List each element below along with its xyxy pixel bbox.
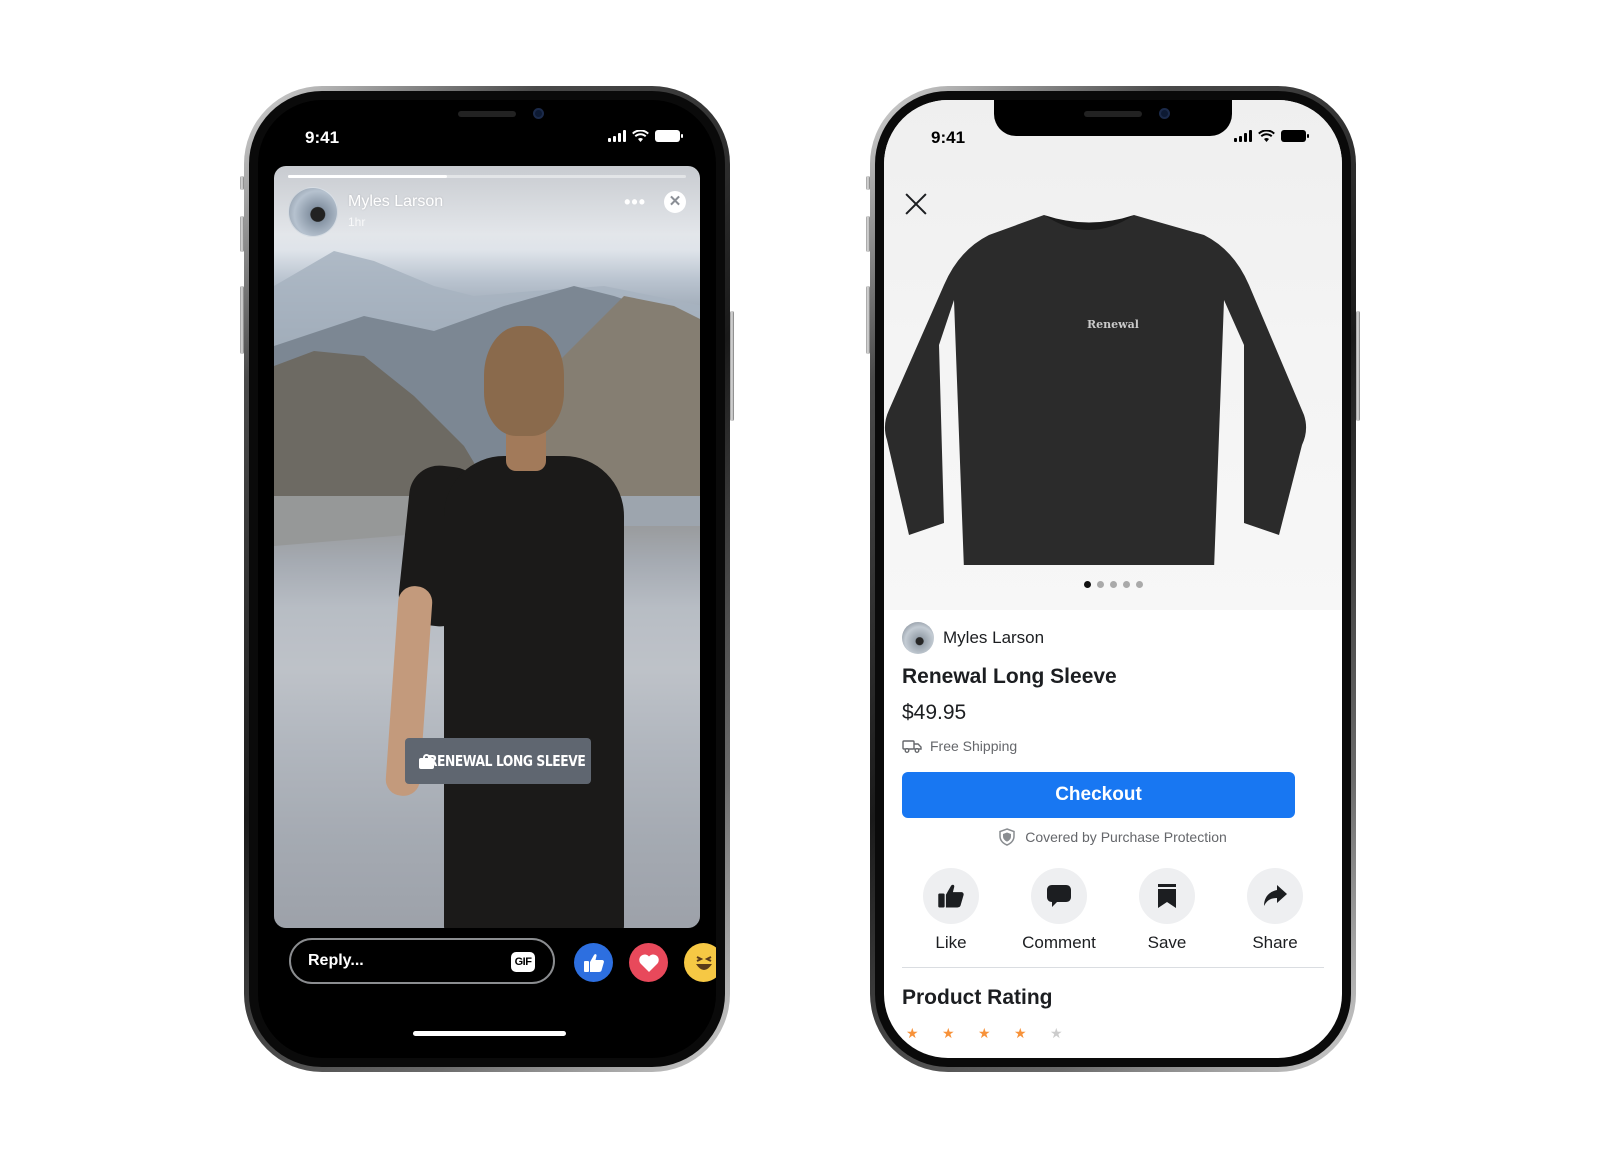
- speaker: [1084, 111, 1142, 117]
- thumbs-up-icon: [583, 953, 604, 972]
- share-label: Share: [1252, 933, 1298, 952]
- close-icon[interactable]: ✕: [664, 191, 686, 213]
- product-screen: Renewal 9:41 Myles Larson Renewal Long S…: [884, 100, 1342, 1058]
- notch: [368, 100, 606, 136]
- battery-icon: [655, 130, 683, 142]
- product-image-carousel[interactable]: Renewal: [884, 100, 1342, 610]
- like-button[interactable]: Like: [902, 868, 1000, 953]
- story-header: Myles Larson 1hr ••• ✕: [288, 187, 686, 237]
- status-icons: [1234, 130, 1309, 142]
- front-camera: [1159, 108, 1170, 119]
- story-media[interactable]: Myles Larson 1hr ••• ✕ RENEWAL LONG SLEE…: [274, 166, 700, 928]
- thumbs-up-icon: [938, 884, 964, 908]
- laughing-face-icon: [695, 955, 712, 970]
- power-button: [1356, 311, 1360, 421]
- seller-avatar[interactable]: [902, 622, 934, 654]
- author-avatar[interactable]: [288, 187, 338, 237]
- shipping-info: Free Shipping: [902, 738, 1017, 754]
- product-tag-label: RENEWAL LONG SLEEVE: [428, 752, 586, 770]
- action-buttons: Like Comment Save Share: [902, 868, 1324, 953]
- wifi-icon: [632, 130, 649, 142]
- star-icon: ★: [906, 1025, 919, 1041]
- carousel-dot[interactable]: [1122, 581, 1130, 588]
- person-figure: [444, 456, 624, 928]
- carousel-dots: [884, 581, 1342, 588]
- like-label: Like: [935, 933, 967, 952]
- story-progress-bar: [288, 175, 686, 178]
- product-tag[interactable]: RENEWAL LONG SLEEVE: [405, 738, 591, 784]
- heart-icon: [638, 953, 659, 972]
- reply-input[interactable]: Reply... GIF: [289, 938, 555, 984]
- seller-row[interactable]: Myles Larson: [902, 622, 1044, 654]
- volume-down-button: [240, 286, 244, 354]
- silent-switch: [240, 176, 244, 190]
- shirt-print-text: Renewal: [1087, 318, 1139, 331]
- notch: [994, 100, 1232, 136]
- story-progress-fill: [288, 175, 448, 178]
- protection-label: Covered by Purchase Protection: [1025, 829, 1227, 845]
- volume-up-button: [240, 216, 244, 252]
- save-button[interactable]: Save: [1118, 868, 1216, 953]
- star-icon: ★: [978, 1025, 991, 1041]
- status-time: 9:41: [305, 128, 340, 147]
- product-price: $49.95: [902, 701, 967, 724]
- status-icons: [608, 130, 683, 142]
- carousel-dot[interactable]: [1109, 581, 1117, 588]
- more-options-icon[interactable]: •••: [624, 193, 646, 211]
- volume-up-button: [866, 216, 870, 252]
- reply-placeholder: Reply...: [308, 952, 364, 969]
- gif-button[interactable]: GIF: [511, 952, 535, 972]
- share-icon: [1264, 885, 1287, 906]
- checkout-button[interactable]: Checkout: [902, 772, 1295, 818]
- star-icon: ★: [942, 1025, 955, 1041]
- home-indicator[interactable]: [1039, 1031, 1192, 1036]
- story-timestamp: 1hr: [348, 215, 366, 229]
- section-divider: [902, 967, 1324, 968]
- seller-name[interactable]: Myles Larson: [943, 628, 1044, 648]
- phone-product: Renewal 9:41 Myles Larson Renewal Long S…: [866, 86, 1360, 1072]
- share-button[interactable]: Share: [1226, 868, 1324, 953]
- shipping-label: Free Shipping: [930, 738, 1018, 754]
- product-title: Renewal Long Sleeve: [902, 665, 1117, 688]
- love-reaction-button[interactable]: [629, 943, 668, 982]
- close-icon[interactable]: [904, 192, 928, 216]
- save-label: Save: [1147, 933, 1187, 952]
- product-rating-title: Product Rating: [902, 986, 1053, 1009]
- carousel-dot[interactable]: [1096, 581, 1104, 588]
- carousel-dot[interactable]: [1083, 581, 1091, 588]
- silent-switch: [866, 176, 870, 190]
- power-button: [730, 311, 734, 421]
- comment-icon: [1047, 885, 1071, 907]
- bookmark-icon: [1158, 884, 1176, 908]
- speaker: [458, 111, 516, 117]
- comment-button[interactable]: Comment: [1010, 868, 1108, 953]
- front-camera: [533, 108, 544, 119]
- story-screen: 9:41 Myles Larson 1hr ••• ✕ RENEWAL LONG…: [258, 100, 716, 1058]
- phone-story: 9:41 Myles Larson 1hr ••• ✕ RENEWAL LONG…: [240, 86, 734, 1072]
- volume-down-button: [866, 286, 870, 354]
- comment-label: Comment: [1022, 933, 1096, 952]
- battery-icon: [1281, 130, 1309, 142]
- wifi-icon: [1258, 130, 1275, 142]
- person-head: [484, 326, 564, 436]
- carousel-dot[interactable]: [1135, 581, 1143, 588]
- haha-reaction-button[interactable]: [684, 943, 716, 982]
- star-icon: ★: [1014, 1025, 1027, 1041]
- cellular-signal-icon: [1234, 130, 1252, 142]
- truck-icon: [902, 739, 922, 753]
- home-indicator[interactable]: [413, 1031, 566, 1036]
- cellular-signal-icon: [608, 130, 626, 142]
- status-time: 9:41: [931, 128, 966, 147]
- product-image-shirt: [884, 215, 1307, 565]
- like-reaction-button[interactable]: [574, 943, 613, 982]
- shield-icon: [999, 828, 1015, 846]
- purchase-protection: Covered by Purchase Protection: [884, 828, 1342, 846]
- author-name[interactable]: Myles Larson: [348, 193, 443, 211]
